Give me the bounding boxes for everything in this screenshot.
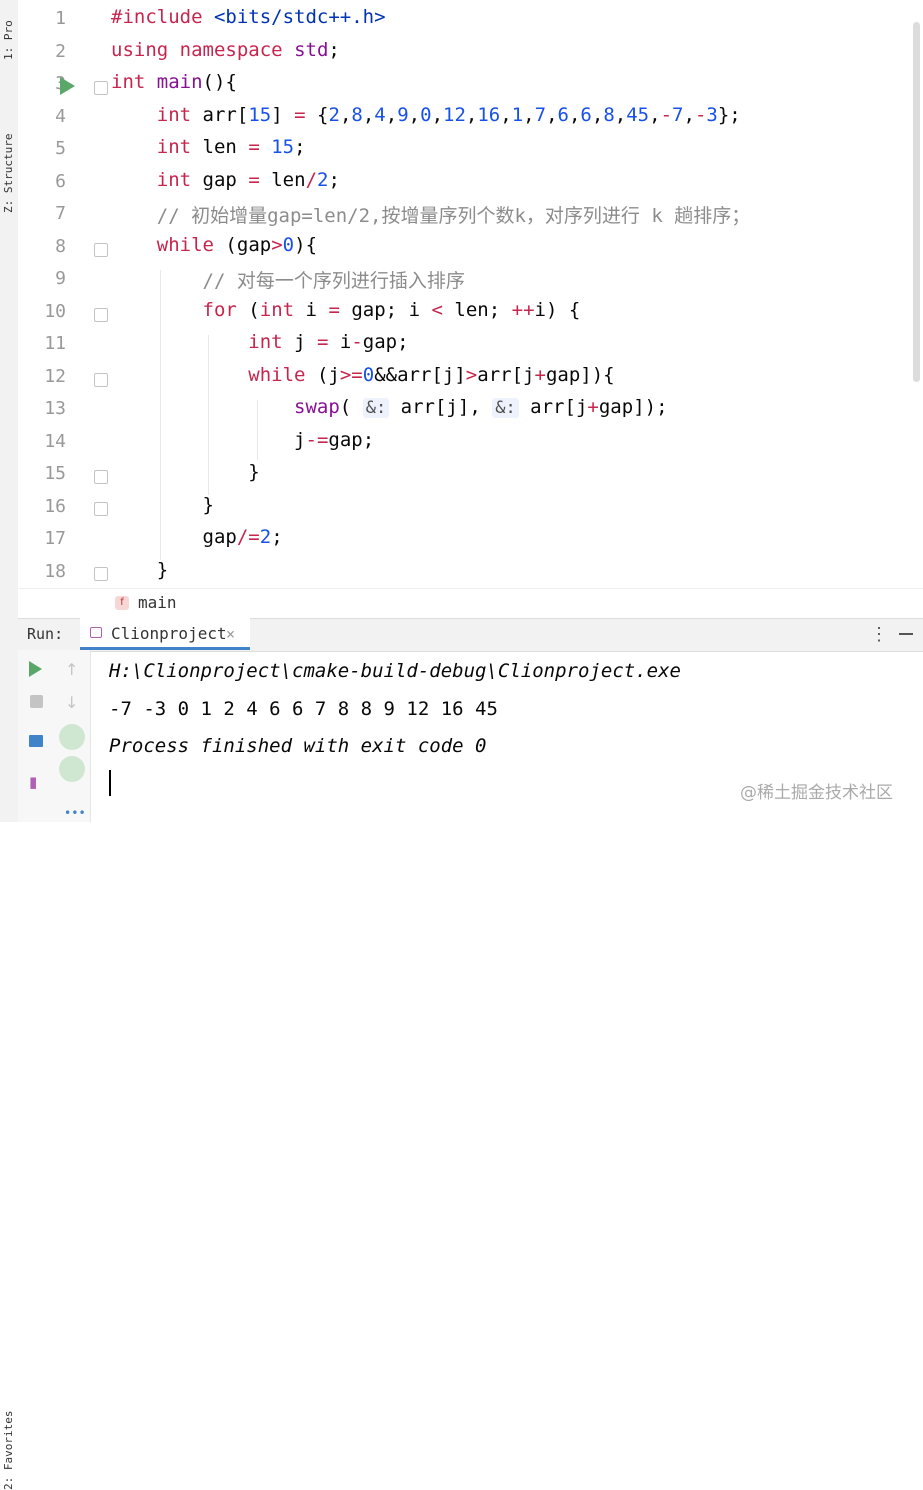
breadcrumb-item-main[interactable]: main [138, 593, 177, 612]
line-number: 5 [55, 138, 66, 159]
line-number: 16 [44, 495, 66, 517]
watermark: @稀土掘金技术社区 [740, 783, 893, 803]
text-cursor [109, 770, 111, 796]
line-number: 7 [55, 203, 66, 224]
line-number: 15 [44, 463, 66, 484]
fold-marker-icon[interactable] [94, 502, 108, 516]
run-label: Run: [27, 625, 64, 643]
function-icon: f [115, 596, 129, 610]
code-line[interactable]: } [111, 461, 259, 483]
code-line[interactable]: int main(){ [111, 71, 237, 93]
stop-icon[interactable] [30, 695, 43, 708]
code-line[interactable]: } [111, 559, 168, 581]
code-line[interactable]: for (int i = gap; i < len; ++i) { [111, 299, 581, 321]
line-number: 17 [44, 528, 66, 549]
run-gutter-icon[interactable] [60, 77, 75, 95]
scroll-up-icon[interactable]: ↑ [65, 660, 78, 679]
line-number: 4 [55, 105, 66, 127]
code-editor[interactable]: 1 #include <bits/stdc++.h> 2 using namespac… [18, 0, 923, 588]
fold-marker-icon[interactable] [94, 308, 108, 322]
scroll-to-end-icon[interactable] [59, 756, 85, 782]
output-line: H:\Clionproject\cmake-build-debug\Clionp… [109, 660, 681, 682]
line-number: 10 [44, 300, 66, 322]
code-line[interactable]: int j = i-gap; [111, 331, 408, 353]
layout-icon[interactable] [29, 735, 43, 747]
line-number: 13 [44, 398, 66, 419]
line-number: 2 [55, 40, 66, 62]
code-line[interactable]: j-=gap; [111, 429, 374, 451]
run-tab-label: Clionproject [111, 624, 227, 643]
code-line[interactable]: // 对每一个序列进行插入排序 [111, 266, 465, 293]
indent-guide [208, 335, 209, 495]
more-options-icon[interactable]: ⋮ [870, 624, 888, 645]
project-tool-tab[interactable]: 1: Pro [0, 0, 18, 70]
fold-marker-icon[interactable] [94, 81, 108, 95]
code-line[interactable]: int arr[15] = {2,8,4,9,0,12,16,1,7,6,6,8… [111, 104, 741, 126]
line-number: 9 [55, 268, 66, 289]
project-tab-label: 1: Pro [2, 20, 15, 60]
line-number: 18 [44, 560, 66, 582]
indent-guide [257, 400, 258, 460]
indent-guide [160, 270, 161, 560]
favorites-tab-label: 2: Favorites [2, 1410, 15, 1490]
code-line[interactable]: #include <bits/stdc++.h> [111, 6, 386, 28]
run-config-icon [90, 627, 102, 638]
rerun-icon[interactable] [29, 661, 42, 677]
code-line[interactable]: int len = 15; [111, 136, 306, 158]
code-line[interactable]: gap/=2; [111, 526, 283, 548]
soft-wrap-icon[interactable] [59, 724, 85, 750]
line-number: 8 [55, 235, 66, 257]
fold-marker-icon[interactable] [94, 567, 108, 581]
structure-tool-tab[interactable]: Z: Structure [0, 95, 18, 220]
output-line: -7 -3 0 1 2 4 6 6 7 8 8 9 12 16 45 [109, 698, 498, 720]
close-icon[interactable]: × [226, 625, 235, 643]
more-icon[interactable]: ••• [64, 806, 86, 820]
line-number: 1 [55, 8, 66, 29]
code-line[interactable]: } [111, 494, 214, 516]
line-number: 6 [55, 170, 66, 192]
code-line[interactable]: int gap = len/2; [111, 169, 340, 191]
line-number: 12 [44, 365, 66, 387]
line-number: 14 [44, 430, 66, 452]
scroll-down-icon[interactable]: ↓ [65, 693, 78, 712]
code-line[interactable]: while (j>=0&&arr[j]>arr[j+gap]){ [111, 364, 614, 386]
fold-marker-icon[interactable] [94, 470, 108, 484]
code-line[interactable]: using namespace std; [111, 39, 340, 61]
line-number: 11 [44, 333, 66, 354]
output-line: Process finished with exit code 0 [109, 735, 487, 757]
favorites-tool-tab[interactable]: 2: Favorites [0, 690, 18, 1490]
pin-icon[interactable]: ▮ [29, 773, 37, 791]
code-line[interactable]: // 初始增量gap=len/2,按增量序列个数k，对序列进行 k 趟排序； [111, 201, 750, 228]
fold-marker-icon[interactable] [94, 243, 108, 257]
editor-scrollbar[interactable] [913, 22, 920, 382]
minimize-icon[interactable] [899, 633, 913, 635]
code-line[interactable]: while (gap>0){ [111, 234, 317, 256]
fold-marker-icon[interactable] [94, 373, 108, 387]
structure-tab-label: Z: Structure [2, 133, 15, 213]
code-line[interactable]: swap( &: arr[j], &: arr[j+gap]); [111, 396, 668, 418]
